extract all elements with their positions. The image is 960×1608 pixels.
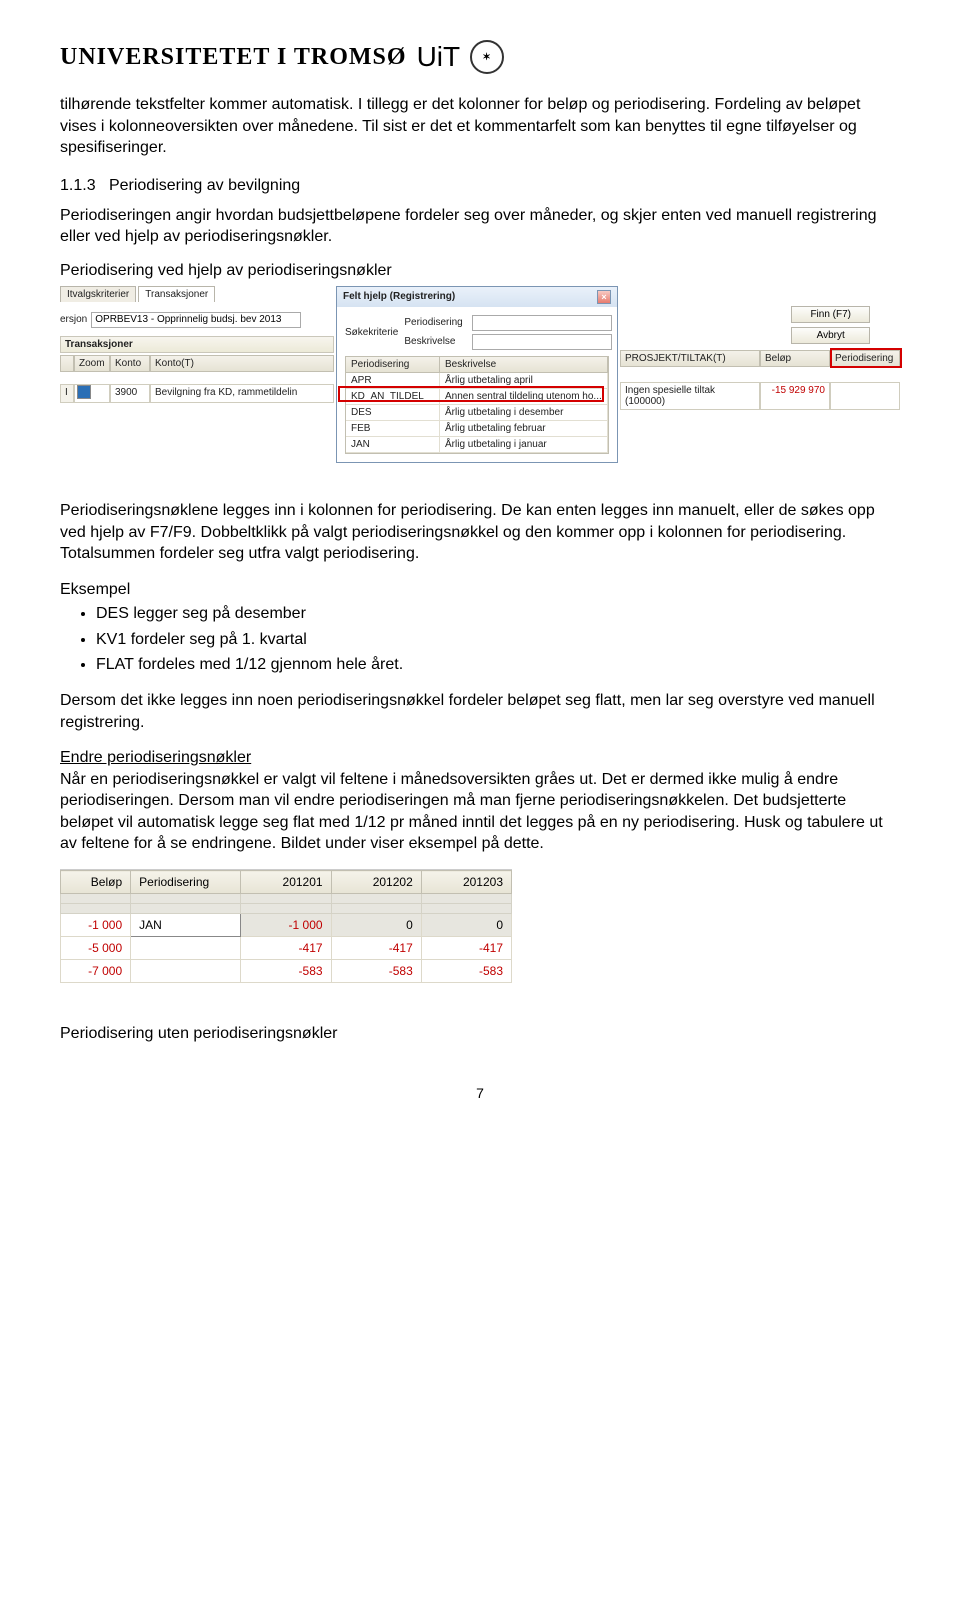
row-handle[interactable]: I xyxy=(60,384,74,403)
grid-cell[interactable]: KD_AN_TILDEL xyxy=(346,389,440,405)
versjon-label: ersjon xyxy=(60,314,87,325)
tab-transaksjoner[interactable]: Transaksjoner xyxy=(138,286,215,302)
periodisering-input[interactable] xyxy=(472,315,612,331)
cell-belop[interactable]: -1 000 xyxy=(61,914,131,937)
table-row[interactable]: -1 000 JAN -1 000 0 0 xyxy=(61,914,512,937)
bullet-item: FLAT fordeles med 1/12 gjennom hele året… xyxy=(96,653,900,676)
grid-cell[interactable]: Årlig utbetaling februar xyxy=(440,421,608,437)
prosjekt-cell[interactable]: Ingen spesielle tiltak (100000) xyxy=(620,382,760,410)
table-row[interactable]: -5 000 -417 -417 -417 xyxy=(61,937,512,960)
close-icon[interactable]: × xyxy=(597,290,611,304)
tab-utvalgskriterier[interactable]: Itvalgskriterier xyxy=(60,286,136,302)
cell-201203[interactable]: 0 xyxy=(421,914,511,937)
section-heading: 1.1.3 Periodisering av bevilgning xyxy=(60,177,900,195)
finn-button[interactable]: Finn (F7) xyxy=(791,306,870,323)
th-belop[interactable]: Beløp xyxy=(61,871,131,894)
th-belop[interactable]: Beløp xyxy=(760,350,830,367)
paragraph-intro: tilhørende tekstfelter kommer automatisk… xyxy=(60,94,900,159)
eksempel-label: Eksempel xyxy=(60,579,900,601)
th-201203[interactable]: 201203 xyxy=(421,871,511,894)
screenshot-periodisering-table: Beløp Periodisering 201201 201202 201203… xyxy=(60,869,512,983)
subheading-periodisering: Periodisering ved hjelp av periodisering… xyxy=(60,262,900,280)
cell-201203[interactable]: -417 xyxy=(421,937,511,960)
endre-heading: Endre periodiseringsnøkler xyxy=(60,749,251,766)
cell-201202[interactable]: -583 xyxy=(331,960,421,983)
grid-h-periodisering[interactable]: Periodisering xyxy=(346,357,440,373)
grid-cell[interactable]: Årlig utbetaling i desember xyxy=(440,405,608,421)
th-konto-t[interactable]: Konto(T) xyxy=(150,355,334,372)
th-konto[interactable]: Konto xyxy=(110,355,150,372)
th-201201[interactable]: 201201 xyxy=(241,871,331,894)
th-blank xyxy=(60,355,74,372)
seal-icon: ✶ xyxy=(470,40,504,74)
th-periodisering[interactable]: Periodisering xyxy=(131,871,241,894)
transaksjoner-header: Transaksjoner xyxy=(60,336,334,353)
screenshot-felthjelp: Itvalgskriterier Transaksjoner ersjon Tr… xyxy=(60,286,900,476)
beskrivelse-label: Beskrivelse xyxy=(404,336,468,347)
bullet-item: DES legger seg på desember xyxy=(96,602,900,625)
table-row[interactable]: -7 000 -583 -583 -583 xyxy=(61,960,512,983)
cell-201201[interactable]: -417 xyxy=(241,937,331,960)
felthjelp-dialog: Felt hjelp (Registrering) × Søkekriterie… xyxy=(336,286,618,463)
cell-201202[interactable]: -417 xyxy=(331,937,421,960)
university-logo: UNIVERSITETET I TROMSØ UiT ✶ xyxy=(60,40,900,74)
table-row-spacer xyxy=(61,894,512,904)
university-name: UNIVERSITETET I TROMSØ xyxy=(60,44,407,71)
grid-cell[interactable]: JAN xyxy=(346,437,440,453)
cell-belop[interactable]: -5 000 xyxy=(61,937,131,960)
grid-cell[interactable]: Annen sentral tildeling utenom ho... xyxy=(440,389,608,405)
th-prosjekt[interactable]: PROSJEKT/TILTAK(T) xyxy=(620,350,760,367)
bullet-item: KV1 fordeler seg på 1. kvartal xyxy=(96,628,900,651)
zoom-icon xyxy=(77,385,91,399)
table-row-spacer xyxy=(61,904,512,914)
endre-text: Når en periodiseringsnøkkel er valgt vil… xyxy=(60,771,883,853)
grid-cell[interactable]: FEB xyxy=(346,421,440,437)
th-periodisering[interactable]: Periodisering xyxy=(830,350,900,367)
sokekriterie-label: Søkekriterie xyxy=(345,327,398,338)
cell-belop[interactable]: -7 000 xyxy=(61,960,131,983)
cell-201203[interactable]: -583 xyxy=(421,960,511,983)
avbryt-button[interactable]: Avbryt xyxy=(791,327,870,344)
th-zoom[interactable]: Zoom xyxy=(74,355,110,372)
paragraph-8: Periodisering uten periodiseringsnøkler xyxy=(60,1023,900,1045)
periodisering-cell[interactable] xyxy=(830,382,900,410)
zoom-cell[interactable] xyxy=(74,384,110,403)
grid-cell[interactable]: DES xyxy=(346,405,440,421)
section-title: Periodisering av bevilgning xyxy=(109,177,300,194)
belop-cell[interactable]: -15 929 970 xyxy=(760,382,830,410)
cell-201201[interactable]: -1 000 xyxy=(241,914,331,937)
section-number: 1.1.3 xyxy=(60,177,96,194)
dialog-title: Felt hjelp (Registrering) xyxy=(343,291,455,302)
cell-201201[interactable]: -583 xyxy=(241,960,331,983)
uit-abbrev: UiT xyxy=(417,41,461,73)
cell-periodisering[interactable] xyxy=(131,937,241,960)
example-bullets: DES legger seg på desember KV1 fordeler … xyxy=(96,602,900,676)
grid-cell[interactable]: APR xyxy=(346,373,440,389)
beskrivelse-input[interactable] xyxy=(472,334,612,350)
grid-cell[interactable]: Årlig utbetaling april xyxy=(440,373,608,389)
grid-cell[interactable]: Årlig utbetaling i januar xyxy=(440,437,608,453)
page-number: 7 xyxy=(60,1085,900,1101)
cell-201202[interactable]: 0 xyxy=(331,914,421,937)
versjon-input[interactable] xyxy=(91,312,301,328)
th-201202[interactable]: 201202 xyxy=(331,871,421,894)
paragraph-2: Periodiseringen angir hvordan budsjettbe… xyxy=(60,205,900,248)
periodisering-label: Periodisering xyxy=(404,317,468,328)
konto-cell[interactable]: 3900 xyxy=(110,384,150,403)
konto-t-cell[interactable]: Bevilgning fra KD, rammetildelin xyxy=(150,384,334,403)
paragraph-4: Periodiseringsnøklene legges inn i kolon… xyxy=(60,500,900,565)
cell-periodisering[interactable]: JAN xyxy=(131,914,241,937)
paragraph-7: Endre periodiseringsnøkler Når en period… xyxy=(60,747,900,855)
paragraph-6: Dersom det ikke legges inn noen periodis… xyxy=(60,690,900,733)
grid-h-beskrivelse[interactable]: Beskrivelse xyxy=(440,357,608,373)
cell-periodisering[interactable] xyxy=(131,960,241,983)
